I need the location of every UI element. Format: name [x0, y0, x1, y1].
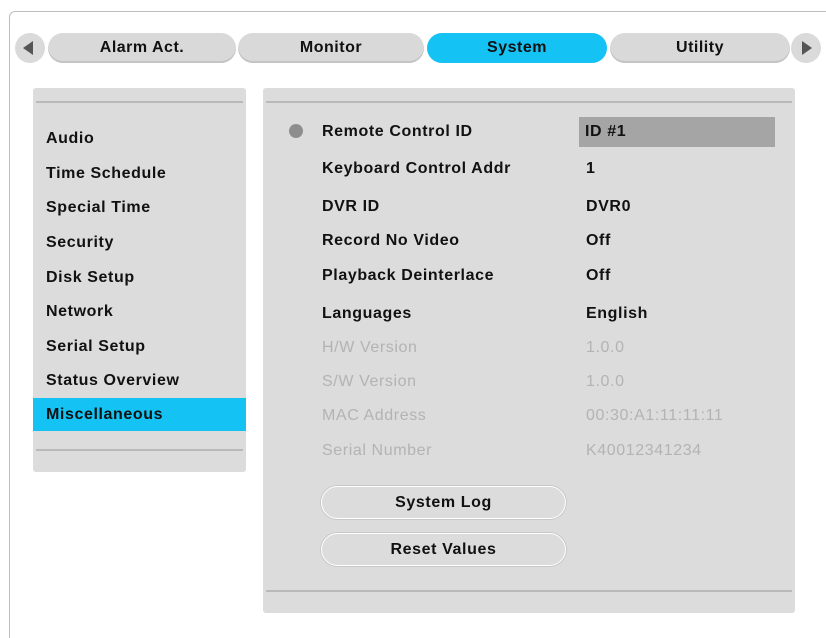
settings-panel: Remote Control ID ID #1 Keyboard Control…: [263, 88, 795, 613]
playback-deinterlace-value[interactable]: Off: [586, 261, 611, 291]
setting-label: Record No Video: [322, 232, 460, 249]
dvr-id-value[interactable]: DVR0: [586, 192, 631, 222]
serial-number-value: K40012341234: [586, 442, 702, 459]
setting-row-languages[interactable]: Languages English: [263, 299, 795, 329]
tab-alarm-act[interactable]: Alarm Act.: [48, 33, 236, 63]
tab-next-arrow-icon[interactable]: [791, 33, 821, 63]
tab-monitor[interactable]: Monitor: [238, 33, 424, 63]
hw-version-value: 1.0.0: [586, 339, 625, 356]
sidebar-item-miscellaneous[interactable]: Miscellaneous: [33, 398, 246, 431]
tab-system[interactable]: System: [427, 33, 607, 63]
languages-value[interactable]: English: [586, 299, 648, 329]
sidebar-menu: Audio Time Schedule Special Time Securit…: [33, 88, 246, 472]
info-row-mac-address: MAC Address 00:30:A1:11:11:11: [263, 401, 795, 431]
setting-row-remote-control-id[interactable]: Remote Control ID ID #1: [263, 117, 795, 147]
sidebar-item-status-overview[interactable]: Status Overview: [33, 364, 246, 397]
reset-values-button[interactable]: Reset Values: [321, 533, 566, 566]
setting-row-keyboard-control-addr[interactable]: Keyboard Control Addr 1: [263, 154, 795, 184]
setting-label: Serial Number: [322, 442, 433, 459]
setting-label: Languages: [322, 305, 412, 322]
info-row-hw-version: H/W Version 1.0.0: [263, 333, 795, 363]
sw-version-value: 1.0.0: [586, 373, 625, 390]
sidebar-item-time-schedule[interactable]: Time Schedule: [33, 157, 246, 190]
record-no-video-value[interactable]: Off: [586, 226, 611, 256]
tab-utility[interactable]: Utility: [610, 33, 790, 63]
radio-bullet-icon: [289, 124, 303, 138]
sidebar-item-security[interactable]: Security: [33, 226, 246, 259]
setting-label: S/W Version: [322, 373, 417, 390]
menu-divider-bottom: [36, 449, 243, 451]
system-log-button[interactable]: System Log: [321, 486, 566, 519]
remote-control-id-value[interactable]: ID #1: [579, 117, 775, 147]
sidebar-item-serial-setup[interactable]: Serial Setup: [33, 330, 246, 363]
setting-label: Keyboard Control Addr: [322, 160, 511, 177]
info-row-serial-number: Serial Number K40012341234: [263, 436, 795, 466]
info-row-sw-version: S/W Version 1.0.0: [263, 367, 795, 397]
sidebar-item-special-time[interactable]: Special Time: [33, 191, 246, 224]
keyboard-control-addr-value[interactable]: 1: [586, 154, 596, 184]
setting-label: Remote Control ID: [322, 123, 473, 140]
setting-row-playback-deinterlace[interactable]: Playback Deinterlace Off: [263, 261, 795, 291]
setting-row-dvr-id[interactable]: DVR ID DVR0: [263, 192, 795, 222]
setting-label: Playback Deinterlace: [322, 267, 495, 284]
sidebar-item-disk-setup[interactable]: Disk Setup: [33, 261, 246, 294]
sidebar-item-audio[interactable]: Audio: [33, 122, 246, 155]
mac-address-value: 00:30:A1:11:11:11: [586, 407, 724, 424]
menu-divider-top: [36, 101, 243, 103]
setting-label: H/W Version: [322, 339, 418, 356]
setting-row-record-no-video[interactable]: Record No Video Off: [263, 226, 795, 256]
panel-divider-bottom: [266, 590, 792, 592]
setting-label: MAC Address: [322, 407, 427, 424]
tab-prev-arrow-icon[interactable]: [15, 33, 45, 63]
setting-label: DVR ID: [322, 198, 380, 215]
panel-divider-top: [266, 101, 792, 103]
sidebar-item-network[interactable]: Network: [33, 295, 246, 328]
